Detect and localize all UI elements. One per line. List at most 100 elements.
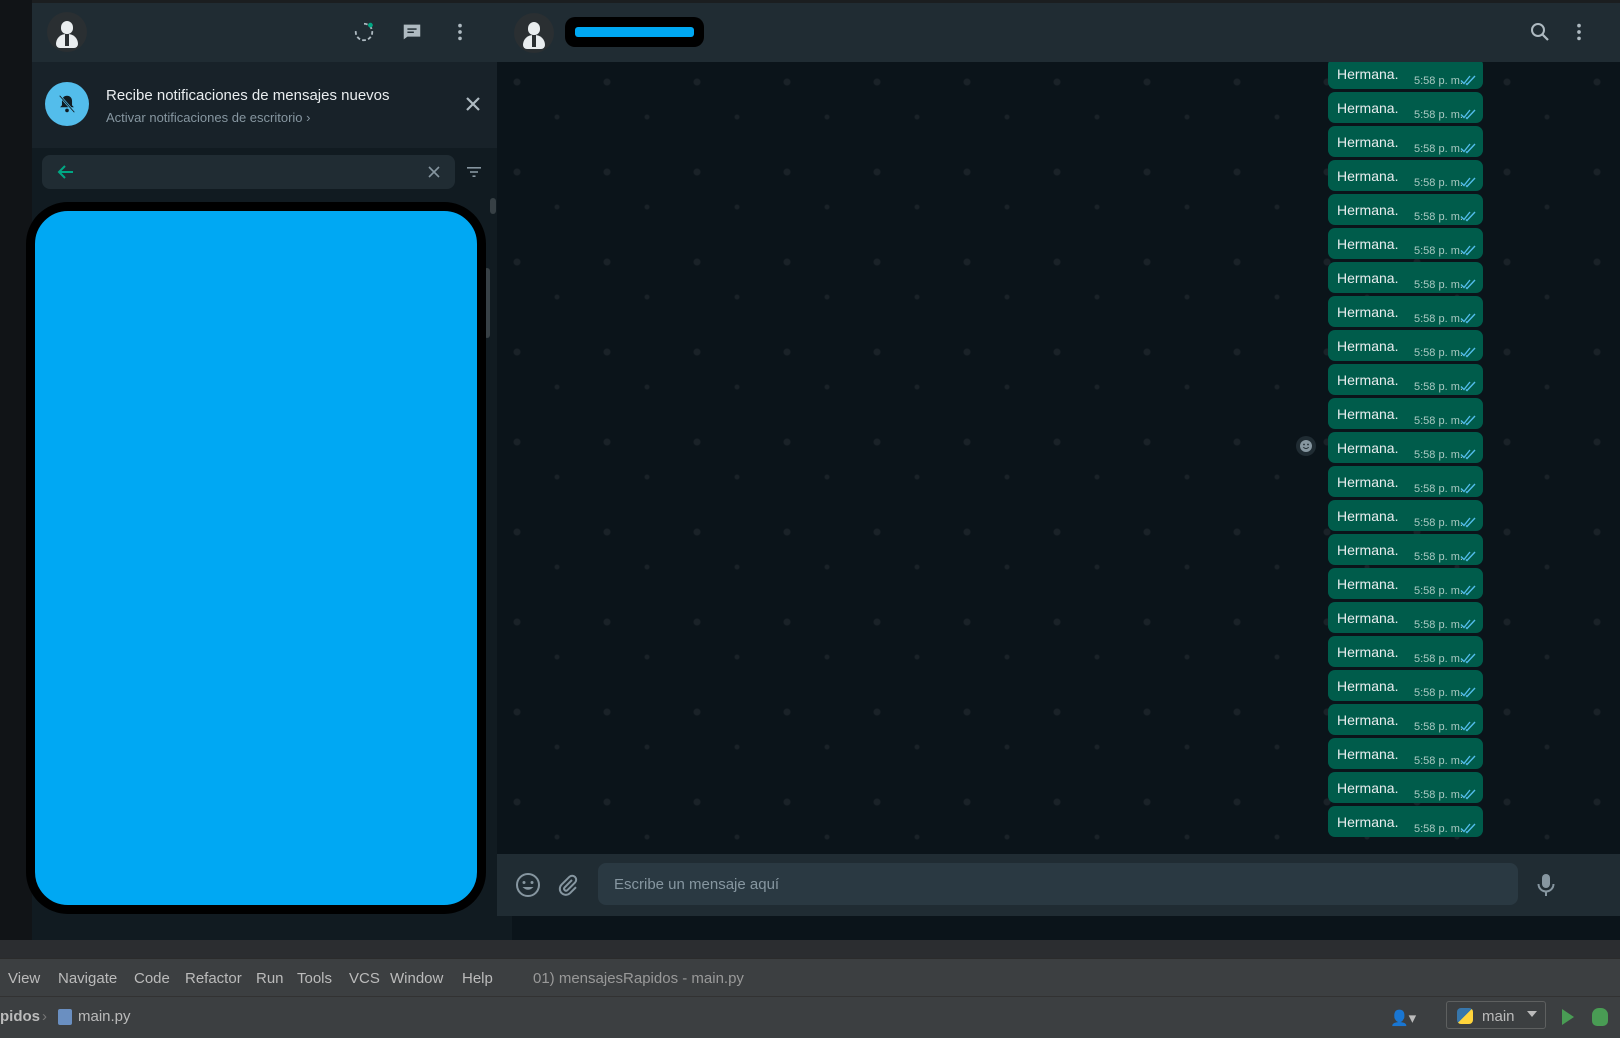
message-bubble[interactable]: Hermana. 5:58 p. m. [1328, 228, 1483, 259]
back-arrow-icon[interactable] [56, 162, 76, 182]
message-bubble[interactable]: Hermana. 5:58 p. m. [1328, 772, 1483, 803]
message-text: Hermana. [1337, 134, 1399, 150]
emoji-reaction-icon[interactable] [1296, 436, 1316, 456]
new-chat-icon[interactable] [400, 20, 424, 44]
message-time: 5:58 p. m. [1414, 687, 1463, 699]
double-check-icon [1460, 311, 1476, 324]
message-bubble[interactable]: Hermana. 5:58 p. m. [1328, 364, 1483, 395]
sidebar-header [32, 3, 512, 62]
message-text: Hermana. [1337, 202, 1399, 218]
menu-vcs[interactable]: VCS [349, 970, 380, 987]
microphone-icon[interactable] [1533, 872, 1559, 898]
message-bubble[interactable]: Hermana. 5:58 p. m. [1328, 534, 1483, 565]
double-check-icon [1460, 685, 1476, 698]
message-text: Hermana. [1337, 814, 1399, 830]
message-text: Hermana. [1337, 508, 1399, 524]
message-text: Hermana. [1337, 542, 1399, 558]
message-time: 5:58 p. m. [1414, 381, 1463, 393]
menu-refactor[interactable]: Refactor [185, 970, 242, 987]
message-bubble[interactable]: Hermana. 5:58 p. m. [1328, 806, 1483, 837]
run-configuration-select[interactable]: main [1446, 1001, 1546, 1029]
debug-icon[interactable] [1592, 1008, 1608, 1026]
message-input[interactable] [598, 863, 1518, 905]
redacted-chat-list [26, 202, 486, 914]
search-icon[interactable] [1528, 20, 1552, 44]
message-bubble[interactable]: Hermana. 5:58 p. m. [1328, 670, 1483, 701]
message-time: 5:58 p. m. [1414, 177, 1463, 189]
message-bubble[interactable]: Hermana. 5:58 p. m. [1328, 636, 1483, 667]
message-text: Hermana. [1337, 712, 1399, 728]
message-bubble[interactable]: Hermana. 5:58 p. m. [1328, 704, 1483, 735]
menu-icon[interactable] [448, 20, 472, 44]
message-text: Hermana. [1337, 66, 1399, 82]
double-check-icon [1460, 651, 1476, 664]
search-input[interactable] [94, 155, 414, 189]
menu-help[interactable]: Help [462, 970, 493, 987]
chat-body[interactable]: Hermana. 5:58 p. m. Hermana. 5:58 p. m. Herm… [497, 62, 1620, 854]
menu-navigate[interactable]: Navigate [58, 970, 117, 987]
user-icon[interactable]: 👤▾ [1390, 1009, 1416, 1027]
message-bubble[interactable]: Hermana. 5:58 p. m. [1328, 330, 1483, 361]
message-bubble[interactable]: Hermana. 5:58 p. m. [1328, 262, 1483, 293]
run-configuration-label: main [1482, 1008, 1515, 1025]
chat-list-scrollbar[interactable] [490, 198, 496, 214]
enable-notifications-link[interactable]: Activar notificaciones de escritorio › [106, 110, 310, 125]
message-bubble[interactable]: Hermana. 5:58 p. m. [1328, 296, 1483, 327]
message-time: 5:58 p. m. [1414, 483, 1463, 495]
message-text: Hermana. [1337, 474, 1399, 490]
breadcrumb-project[interactable]: pidos [0, 1008, 40, 1025]
message-time: 5:58 p. m. [1414, 449, 1463, 461]
menu-code[interactable]: Code [134, 970, 170, 987]
message-time: 5:58 p. m. [1414, 585, 1463, 597]
message-time: 5:58 p. m. [1414, 245, 1463, 257]
message-bubble[interactable]: Hermana. 5:58 p. m. [1328, 126, 1483, 157]
message-text: Hermana. [1337, 780, 1399, 796]
message-time: 5:58 p. m. [1414, 347, 1463, 359]
close-icon[interactable] [462, 93, 484, 115]
chat-menu-icon[interactable] [1567, 20, 1591, 44]
search-box[interactable] [42, 155, 455, 189]
message-time: 5:58 p. m. [1414, 279, 1463, 291]
message-time: 5:58 p. m. [1414, 789, 1463, 801]
attach-icon[interactable] [555, 872, 581, 898]
double-check-icon [1460, 345, 1476, 358]
menu-view[interactable]: View [8, 970, 40, 987]
clear-search-icon[interactable] [424, 162, 444, 182]
menu-tools[interactable]: Tools [297, 970, 332, 987]
status-icon[interactable] [352, 20, 376, 44]
sidebar: Recibe notificaciones de mensajes nuevos… [26, 3, 512, 940]
message-time: 5:58 p. m. [1414, 653, 1463, 665]
run-icon[interactable] [1562, 1009, 1574, 1025]
menu-run[interactable]: Run [256, 970, 284, 987]
message-bubble[interactable]: Hermana. 5:58 p. m. [1328, 92, 1483, 123]
message-bubble[interactable]: Hermana. 5:58 p. m. [1328, 432, 1483, 463]
message-bubble[interactable]: Hermana. 5:58 p. m. [1328, 160, 1483, 191]
profile-avatar[interactable] [47, 12, 87, 52]
message-time: 5:58 p. m. [1414, 619, 1463, 631]
message-time: 5:58 p. m. [1414, 211, 1463, 223]
chat-list[interactable] [26, 198, 512, 940]
double-check-icon [1460, 515, 1476, 528]
message-bubble[interactable]: Hermana. 5:58 p. m. [1328, 466, 1483, 497]
chat-header[interactable] [497, 3, 1620, 62]
notification-banner[interactable]: Recibe notificaciones de mensajes nuevos… [32, 62, 512, 148]
menu-window[interactable]: Window [390, 970, 443, 987]
message-bubble[interactable]: Hermana. 5:58 p. m. [1328, 62, 1483, 89]
message-bubble[interactable]: Hermana. 5:58 p. m. [1328, 568, 1483, 599]
double-check-icon [1460, 413, 1476, 426]
message-time: 5:58 p. m. [1414, 313, 1463, 325]
double-check-icon [1460, 583, 1476, 596]
double-check-icon [1460, 243, 1476, 256]
emoji-icon[interactable] [515, 872, 541, 898]
message-bubble[interactable]: Hermana. 5:58 p. m. [1328, 738, 1483, 769]
message-bubble[interactable]: Hermana. 5:58 p. m. [1328, 194, 1483, 225]
message-text: Hermana. [1337, 746, 1399, 762]
message-bubble[interactable]: Hermana. 5:58 p. m. [1328, 500, 1483, 531]
contact-avatar[interactable] [514, 13, 554, 53]
message-bubble[interactable]: Hermana. 5:58 p. m. [1328, 398, 1483, 429]
breadcrumb-file[interactable]: main.py [78, 1008, 131, 1025]
filter-icon[interactable] [464, 162, 484, 182]
double-check-icon [1460, 107, 1476, 120]
message-bubble[interactable]: Hermana. 5:58 p. m. [1328, 602, 1483, 633]
chat-footer [497, 854, 1620, 916]
